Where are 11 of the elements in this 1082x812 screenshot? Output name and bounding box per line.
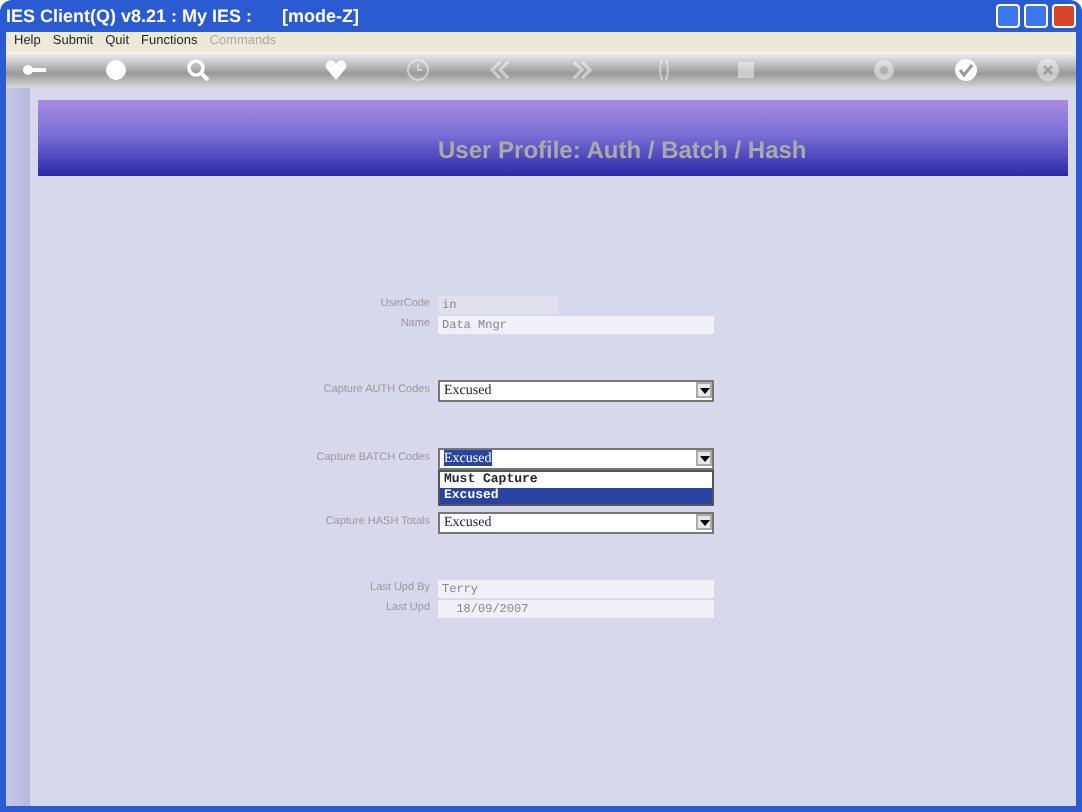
page-title: User Profile: Auth / Batch / Hash <box>438 136 807 164</box>
caret-icon <box>696 514 712 530</box>
minimize-button[interactable] <box>996 4 1020 28</box>
search-icon[interactable] <box>185 58 210 82</box>
maximize-button[interactable] <box>1024 4 1048 28</box>
caret-icon <box>696 382 712 398</box>
window-title: IES Client(Q) v8.21 : My IES : [mode-Z] <box>6 6 362 26</box>
close-button[interactable] <box>1052 4 1076 28</box>
heart-icon[interactable] <box>324 58 349 82</box>
check-icon[interactable] <box>954 58 979 82</box>
caret-icon <box>696 450 712 466</box>
